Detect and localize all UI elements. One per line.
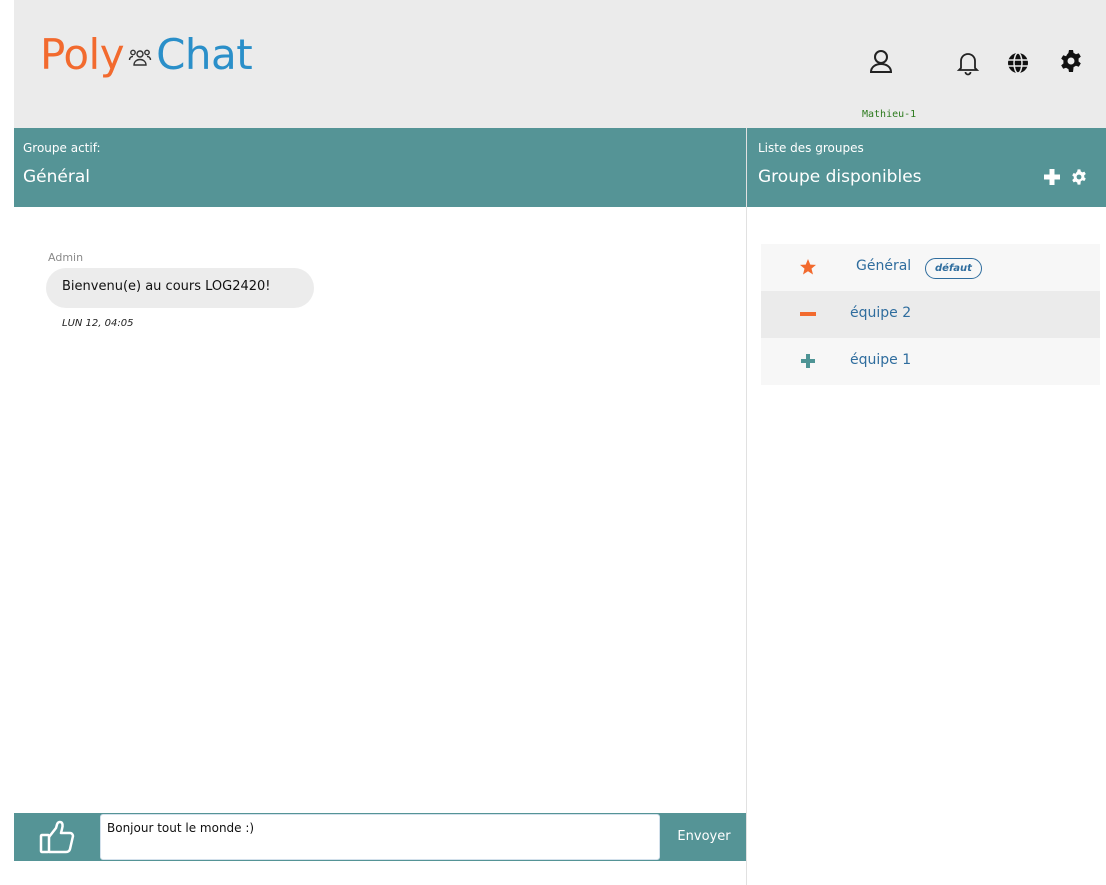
active-group-name: Général <box>23 167 90 187</box>
panel-divider <box>746 128 747 885</box>
globe-icon[interactable] <box>1005 50 1031 76</box>
gear-icon[interactable] <box>1058 48 1084 74</box>
app-logo[interactable]: Poly Chat <box>40 30 253 79</box>
groups-title: Groupe disponibles <box>758 167 922 187</box>
group-name: équipe 2 <box>850 305 912 321</box>
bell-icon[interactable] <box>955 50 981 76</box>
groups-label: Liste des groupes <box>758 141 864 155</box>
message-timestamp: LUN 12, 04:05 <box>62 318 134 329</box>
message-author: Admin <box>48 251 84 264</box>
message-input[interactable]: Bonjour tout le monde :) <box>100 814 660 860</box>
gear-icon[interactable] <box>1070 168 1088 186</box>
send-button[interactable]: Envoyer <box>664 821 744 853</box>
logo-text-chat: Chat <box>156 30 253 79</box>
active-group-label: Groupe actif: <box>23 141 101 155</box>
logo-text-poly: Poly <box>40 30 125 79</box>
app-header: Poly Chat <box>14 0 1106 128</box>
message-bubble: Bienvenu(e) au cours LOG2420! <box>46 268 314 308</box>
thumbs-up-icon[interactable] <box>38 819 78 855</box>
star-icon <box>800 259 816 275</box>
groups-header: Liste des groupes Groupe disponibles <box>747 128 1106 207</box>
message-composer: Bonjour tout le monde :) Envoyer <box>14 813 746 861</box>
username-label[interactable]: Mathieu-1 <box>862 109 916 120</box>
active-group-header: Groupe actif: Général <box>14 128 746 207</box>
plus-icon[interactable] <box>799 352 817 370</box>
group-list: Général défaut équipe 2 équipe 1 <box>761 244 1100 385</box>
default-badge: défaut <box>925 258 982 279</box>
user-icon[interactable] <box>868 48 894 74</box>
group-name: équipe 1 <box>850 352 912 368</box>
group-item-general[interactable]: Général défaut <box>761 244 1100 291</box>
users-icon <box>128 49 152 66</box>
group-item-equipe-2[interactable]: équipe 2 <box>761 291 1100 338</box>
group-item-equipe-1[interactable]: équipe 1 <box>761 338 1100 385</box>
plus-icon[interactable] <box>1043 168 1061 186</box>
group-name: Général <box>856 258 912 274</box>
minus-icon[interactable] <box>799 305 817 323</box>
